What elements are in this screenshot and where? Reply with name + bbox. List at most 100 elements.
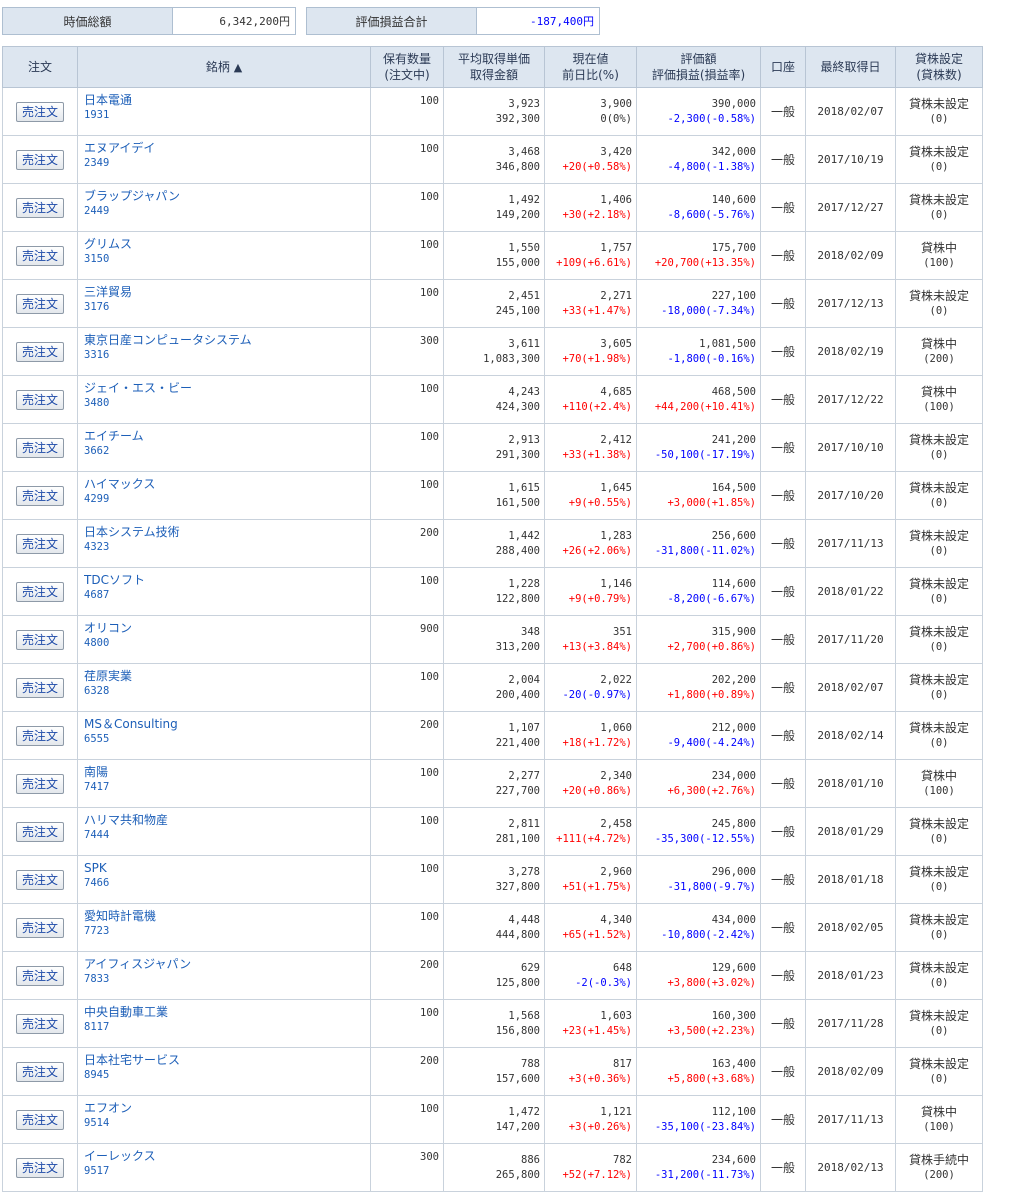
sell-order-button[interactable]: 売注文 (16, 1109, 64, 1130)
sell-order-button[interactable]: 売注文 (16, 1061, 64, 1082)
sell-order-button[interactable]: 売注文 (16, 821, 64, 842)
stock-name-link[interactable]: グリムス (84, 237, 370, 252)
stock-cell: TDCソフト 4687 (77, 567, 371, 616)
stock-name-link[interactable]: SPK (84, 861, 370, 876)
sell-order-button[interactable]: 売注文 (16, 101, 64, 122)
stock-name-link[interactable]: 南陽 (84, 765, 370, 780)
last-date-cell: 2017/11/13 (805, 1095, 896, 1144)
order-cell: 売注文 (2, 183, 78, 232)
sell-order-button[interactable]: 売注文 (16, 581, 64, 602)
stock-name-link[interactable]: 日本電通 (84, 93, 370, 108)
stock-cell: アイフィスジャパン 7833 (77, 951, 371, 1000)
day-change-value: +26(+2.06%) (562, 544, 632, 557)
stock-name-link[interactable]: 愛知時計電機 (84, 909, 370, 924)
day-change-value: +70(+1.98%) (562, 352, 632, 365)
stock-name-link[interactable]: ブラップジャパン (84, 189, 370, 204)
stock-name-link[interactable]: ハリマ共和物産 (84, 813, 370, 828)
table-row: 売注文 アイフィスジャパン 7833 200 629 125,800 648 -2(-0.3%… (2, 951, 983, 1000)
average-price-cell: 1,472 147,200 (443, 1095, 545, 1144)
valuation-cell: 315,900 +2,700(+0.86%) (636, 615, 761, 664)
lending-cell: 貸株未設定 (0) (895, 1047, 983, 1096)
sell-order-button[interactable]: 売注文 (16, 533, 64, 554)
last-date-cell: 2018/01/23 (805, 951, 896, 1000)
sell-order-button[interactable]: 売注文 (16, 1013, 64, 1034)
valuation-cell: 227,100 -18,000(-7.34%) (636, 279, 761, 328)
stock-name-link[interactable]: MS＆Consulting (84, 717, 370, 732)
valuation-value: 342,000 (711, 145, 756, 158)
sell-order-button[interactable]: 売注文 (16, 773, 64, 794)
order-cell: 売注文 (2, 231, 78, 280)
valuation-cell: 112,100 -35,100(-23.84%) (636, 1095, 761, 1144)
sell-order-button[interactable]: 売注文 (16, 629, 64, 650)
stock-code: 3662 (84, 445, 110, 457)
sell-order-button[interactable]: 売注文 (16, 485, 64, 506)
sell-order-button[interactable]: 売注文 (16, 245, 64, 266)
sell-order-button[interactable]: 売注文 (16, 869, 64, 890)
order-cell: 売注文 (2, 1143, 78, 1192)
stock-name-link[interactable]: ハイマックス (84, 477, 370, 492)
quantity-cell: 300 (370, 1143, 444, 1192)
sell-order-button[interactable]: 売注文 (16, 341, 64, 362)
stock-name-link[interactable]: 東京日産コンピュータシステム (84, 333, 370, 348)
stock-name-link[interactable]: エフオン (84, 1101, 370, 1116)
stock-name-link[interactable]: 日本システム技術 (84, 525, 370, 540)
header-name-sort[interactable]: 銘柄 ▲ (77, 46, 371, 88)
average-price-value: 3,278 (508, 865, 540, 878)
sell-order-button[interactable]: 売注文 (16, 917, 64, 938)
account-type: 一般 (770, 585, 795, 599)
valuation-value: 296,000 (711, 865, 756, 878)
sell-order-button[interactable]: 売注文 (16, 149, 64, 170)
stock-name-link[interactable]: TDCソフト (84, 573, 370, 588)
sell-order-button[interactable]: 売注文 (16, 197, 64, 218)
stock-name-link[interactable]: 日本社宅サービス (84, 1053, 370, 1068)
current-price-cell: 3,605 +70(+1.98%) (544, 327, 637, 376)
order-cell: 売注文 (2, 903, 78, 952)
sell-order-button[interactable]: 売注文 (16, 293, 64, 314)
stock-name-link[interactable]: 中央自動車工業 (84, 1005, 370, 1020)
stock-name-link[interactable]: 荏原実業 (84, 669, 370, 684)
sell-order-button[interactable]: 売注文 (16, 677, 64, 698)
current-price-value: 1,603 (600, 1009, 632, 1022)
average-price-value: 4,448 (508, 913, 540, 926)
sell-order-button[interactable]: 売注文 (16, 389, 64, 410)
stock-name-link[interactable]: ジェイ・エス・ビー (84, 381, 370, 396)
stock-name-link[interactable]: エヌアイデイ (84, 141, 370, 156)
lending-cell: 貸株中 (100) (895, 375, 983, 424)
current-price-cell: 1,121 +3(+0.26%) (544, 1095, 637, 1144)
header-last-date: 最終取得日 (805, 46, 896, 88)
sell-order-button[interactable]: 売注文 (16, 965, 64, 986)
lending-count: (100) (923, 1120, 955, 1133)
sell-order-button[interactable]: 売注文 (16, 1157, 64, 1178)
cost-value: 444,800 (495, 928, 540, 941)
account-type: 一般 (770, 873, 795, 887)
stock-name-link[interactable]: オリコン (84, 621, 370, 636)
account-cell: 一般 (760, 807, 806, 856)
header-valuation: 評価額 評価損益(損益率) (636, 46, 761, 88)
lending-status: 貸株未設定 (908, 720, 969, 735)
account-type: 一般 (770, 969, 795, 983)
stock-cell: MS＆Consulting 6555 (77, 711, 371, 760)
stock-name-link[interactable]: イーレックス (84, 1149, 370, 1164)
quantity-cell: 100 (370, 471, 444, 520)
stock-code: 2449 (84, 205, 110, 217)
average-price-cell: 2,913 291,300 (443, 423, 545, 472)
account-cell: 一般 (760, 183, 806, 232)
average-price-value: 1,472 (508, 1105, 540, 1118)
account-cell: 一般 (760, 903, 806, 952)
stock-name-link[interactable]: 三洋貿易 (84, 285, 370, 300)
current-price-cell: 2,412 +33(+1.38%) (544, 423, 637, 472)
sell-order-button[interactable]: 売注文 (16, 437, 64, 458)
stock-name-link[interactable]: エイチーム (84, 429, 370, 444)
stock-name-link[interactable]: アイフィスジャパン (84, 957, 370, 972)
valuation-value: 234,600 (711, 1153, 756, 1166)
cost-value: 157,600 (495, 1072, 540, 1085)
quantity-cell: 200 (370, 1047, 444, 1096)
lending-status: 貸株未設定 (908, 480, 969, 495)
current-price-value: 1,283 (600, 529, 632, 542)
valuation-cell: 160,300 +3,500(+2.23%) (636, 999, 761, 1048)
last-acquired-date: 2018/01/29 (817, 825, 884, 838)
sell-order-button[interactable]: 売注文 (16, 725, 64, 746)
valuation-value: 256,600 (711, 529, 756, 542)
account-type: 一般 (770, 345, 795, 359)
quantity-cell: 100 (370, 231, 444, 280)
